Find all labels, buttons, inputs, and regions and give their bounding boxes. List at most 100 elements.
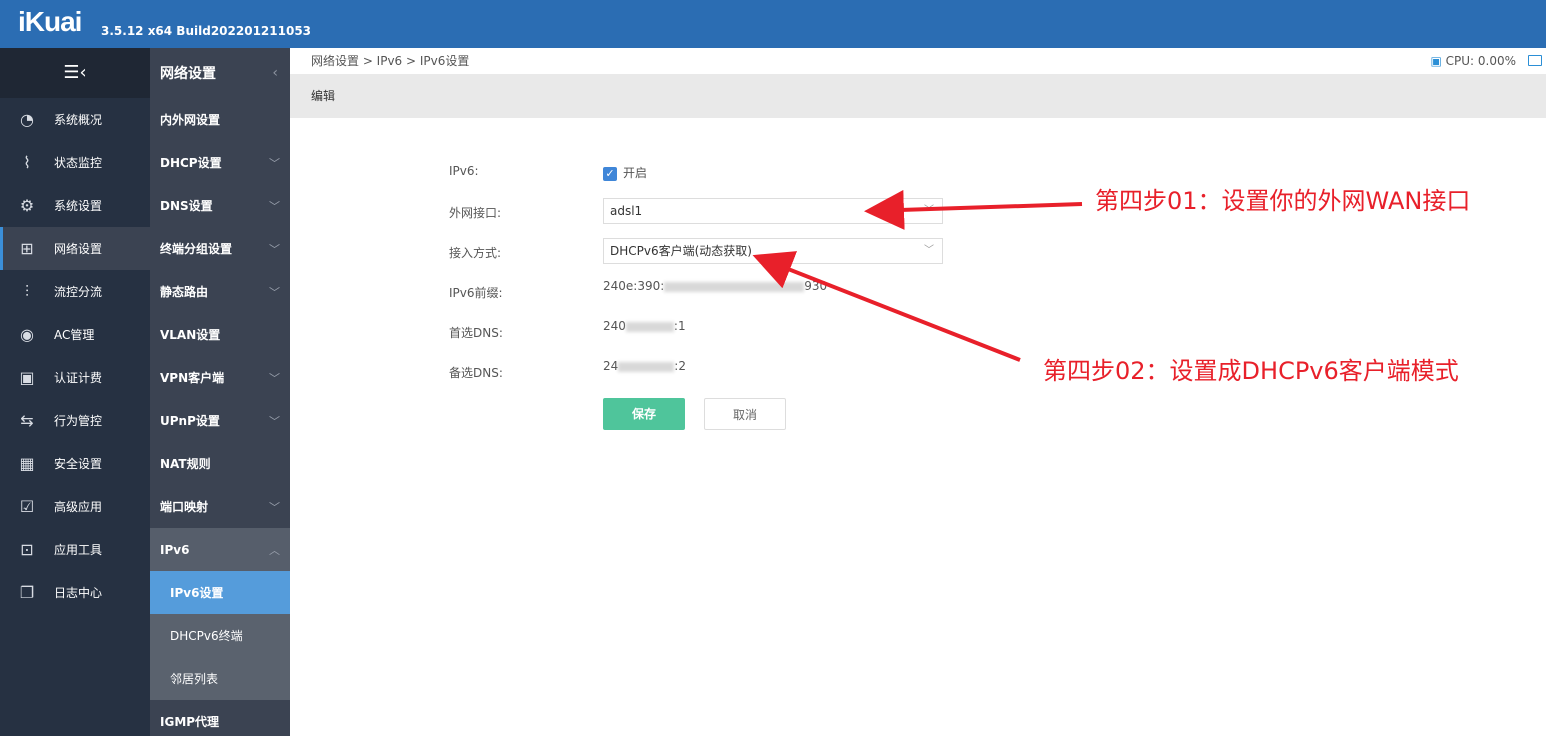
sidebar-item-label: 状态监控 xyxy=(54,156,103,170)
access-mode-select[interactable]: DHCPv6客户端(动态获取) ﹀ xyxy=(603,238,943,264)
submenu-item-8[interactable]: NAT规则 xyxy=(150,442,290,485)
submenu-item-5[interactable]: VLAN设置 xyxy=(150,313,290,356)
sidebar-item-4[interactable]: ⫶ 流控分流 xyxy=(0,270,150,313)
mode-value: DHCPv6客户端(动态获取) xyxy=(610,244,752,258)
menu-icon: ▣ xyxy=(19,368,35,387)
cpu-icon: ▣ xyxy=(1430,54,1446,68)
menu-icon: ▦ xyxy=(19,454,35,473)
chevron-down-icon: ﹀ xyxy=(924,205,934,216)
ikuai-logo: iKuai xyxy=(18,6,82,37)
submenu-item-0[interactable]: 内外网设置 xyxy=(150,98,290,141)
chevron-down-icon: ﹀ xyxy=(269,285,280,299)
submenu-item-3[interactable]: 终端分组设置 ﹀ xyxy=(150,227,290,270)
submenu-label: NAT规则 xyxy=(160,457,211,471)
submenu-label: DHCP设置 xyxy=(160,156,222,170)
sidebar-item-label: 网络设置 xyxy=(54,242,103,256)
submenu-item-igmp[interactable]: IGMP代理 xyxy=(150,700,290,743)
save-button[interactable]: 保存 xyxy=(603,398,685,430)
sidebar-item-label: AC管理 xyxy=(54,328,95,342)
cpu-text: CPU: 0.00% xyxy=(1445,54,1516,68)
sidebar-item-1[interactable]: ⌇ 状态监控 xyxy=(0,141,150,184)
submenu-label: DNS设置 xyxy=(160,199,213,213)
submenu-item-10[interactable]: IPv6 ︿ xyxy=(150,528,290,571)
menu-icon: ⌇ xyxy=(23,153,31,172)
menu-icon: ◔ xyxy=(20,110,34,129)
prefix-label: IPv6前缀: xyxy=(449,286,503,300)
submenu-item-9[interactable]: 端口映射 ﹀ xyxy=(150,485,290,528)
menu-icon: ⊡ xyxy=(20,540,34,559)
cpu-usage: ▣ CPU: 0.00% xyxy=(1430,48,1516,74)
sidebar-item-5[interactable]: ◉ AC管理 xyxy=(0,313,150,356)
menu-icon: ◉ xyxy=(20,325,34,344)
ipv6-label: IPv6: xyxy=(449,164,479,178)
submenu-label: 终端分组设置 xyxy=(160,242,233,256)
checkbox-checked-icon[interactable]: ✓ xyxy=(603,166,617,181)
sidebar-item-9[interactable]: ☑ 高级应用 xyxy=(0,485,150,528)
arrow-step2 xyxy=(752,251,1021,362)
submenu-label: 端口映射 xyxy=(160,500,209,514)
submenu-item-1[interactable]: DHCP设置 ﹀ xyxy=(150,141,290,184)
dns2-value: 24:2 xyxy=(603,359,686,373)
submenu-item-4[interactable]: 静态路由 ﹀ xyxy=(150,270,290,313)
ipv6-enable-text: 开启 xyxy=(623,166,648,180)
sidebar-item-label: 系统设置 xyxy=(54,199,103,213)
chevron-down-icon: ﹀ xyxy=(269,156,280,170)
menu-icon: ⇆ xyxy=(20,411,34,430)
version-text: 3.5.12 x64 Build202201211053 xyxy=(101,24,312,38)
chevron-down-icon: ﹀ xyxy=(269,414,280,428)
chevron-down-icon: ﹀ xyxy=(269,242,280,256)
menu-icon: ❐ xyxy=(19,583,35,602)
sidebar-item-11[interactable]: ❐ 日志中心 xyxy=(0,571,150,614)
sidebar-item-label: 应用工具 xyxy=(54,543,103,557)
ipv6-toggle[interactable]: ✓ 开启 xyxy=(603,164,647,181)
sidebar-item-8[interactable]: ▦ 安全设置 xyxy=(0,442,150,485)
submenu-label: UPnP设置 xyxy=(160,414,220,428)
wan-value: adsl1 xyxy=(610,204,643,218)
section-title: 网络设置 xyxy=(160,66,216,82)
mode-label: 接入方式: xyxy=(449,246,502,260)
ipv6-subitem-0[interactable]: IPv6设置 xyxy=(150,571,290,614)
submenu-label: VPN客户端 xyxy=(160,371,225,385)
menu-icon: ⚙ xyxy=(19,196,35,215)
wan-label: 外网接口: xyxy=(449,206,502,220)
sidebar-item-2[interactable]: ⚙ 系统设置 xyxy=(0,184,150,227)
menu-toggle-icon[interactable]: ☰‹ xyxy=(0,48,150,98)
menu-icon: ⊞ xyxy=(20,239,34,258)
sidebar-item-3[interactable]: ⊞ 网络设置 xyxy=(0,227,150,270)
wan-interface-select[interactable]: adsl1 ﹀ xyxy=(603,198,943,224)
sidebar-item-label: 安全设置 xyxy=(54,457,103,471)
submenu-label: IPv6 xyxy=(160,542,190,557)
chevron-down-icon: ﹀ xyxy=(269,500,280,514)
secondary-sidebar-title[interactable]: 网络设置 ‹ xyxy=(150,48,290,98)
secondary-sidebar: 网络设置 ‹ 内外网设置 DHCP设置 ﹀ DNS设置 ﹀ 终端分组设置 ﹀ 静态路由 ﹀ VLAN… xyxy=(150,48,290,736)
sidebar-item-0[interactable]: ◔ 系统概况 xyxy=(0,98,150,141)
collapse-icon[interactable]: ‹ xyxy=(272,65,278,81)
monitor-icon[interactable] xyxy=(1528,55,1542,66)
cancel-button[interactable]: 取消 xyxy=(704,398,786,430)
sidebar-item-label: 日志中心 xyxy=(54,586,103,600)
breadcrumb: 网络设置 > IPv6 > IPv6设置 xyxy=(311,54,470,68)
annotation-step1: 第四步01：设置你的外网WAN接口 xyxy=(1095,187,1471,215)
dns1-label: 首选DNS: xyxy=(449,326,503,340)
submenu-item-6[interactable]: VPN客户端 ﹀ xyxy=(150,356,290,399)
submenu-item-2[interactable]: DNS设置 ﹀ xyxy=(150,184,290,227)
chevron-down-icon: ﹀ xyxy=(269,371,280,385)
sidebar-item-label: 行为管控 xyxy=(54,414,103,428)
chevron-down-icon: ﹀ xyxy=(269,199,280,213)
primary-sidebar: ☰‹ ◔ 系统概况 ⌇ 状态监控 ⚙ 系统设置 ⊞ 网络设置 ⫶ 流控分流 ◉ AC管理 ▣ 认证计费 ⇆ 行… xyxy=(0,48,150,736)
ipv6-subitem-2[interactable]: 邻居列表 xyxy=(150,657,290,700)
page-title: 编辑 xyxy=(290,74,1546,118)
sidebar-item-7[interactable]: ⇆ 行为管控 xyxy=(0,399,150,442)
chevron-down-icon: ﹀ xyxy=(924,245,934,256)
submenu-label: 内外网设置 xyxy=(160,113,221,127)
menu-icon: ⫶ xyxy=(24,281,29,301)
annotation-step2: 第四步02：设置成DHCPv6客户端模式 xyxy=(1043,357,1459,385)
ipv6-subitem-1[interactable]: DHCPv6终端 xyxy=(150,614,290,657)
sidebar-item-label: 认证计费 xyxy=(54,371,103,385)
submenu-label: VLAN设置 xyxy=(160,328,221,342)
submenu-item-7[interactable]: UPnP设置 ﹀ xyxy=(150,399,290,442)
sidebar-item-label: 流控分流 xyxy=(54,285,103,299)
sidebar-item-10[interactable]: ⊡ 应用工具 xyxy=(0,528,150,571)
submenu-label: 静态路由 xyxy=(160,285,209,299)
sidebar-item-6[interactable]: ▣ 认证计费 xyxy=(0,356,150,399)
